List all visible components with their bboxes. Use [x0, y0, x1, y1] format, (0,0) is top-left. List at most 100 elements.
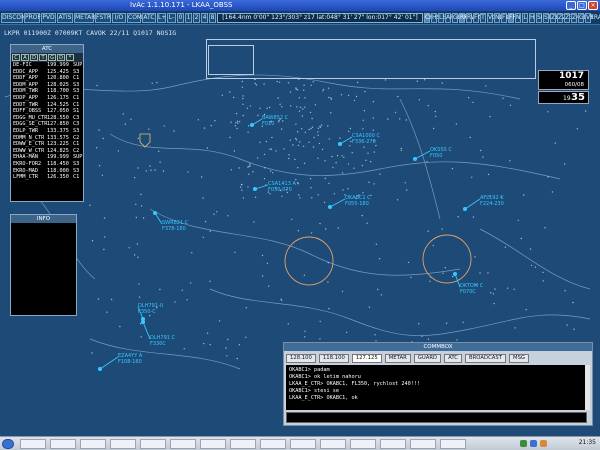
maximize-icon[interactable]: □: [577, 1, 587, 10]
toolbar-button-sid[interactable]: SID: [536, 13, 547, 23]
atc-filter-tab[interactable]: G: [48, 54, 56, 61]
aircraft-symbol[interactable]: [140, 316, 146, 322]
toolbar-button-l-[interactable]: L+: [157, 13, 166, 23]
atc-filter-tab[interactable]: C: [12, 54, 20, 61]
tray-icon[interactable]: [540, 440, 547, 447]
toolbar-button-z4[interactable]: Z4: [571, 13, 580, 23]
atc-row[interactable]: EDDM_TWR 118.700 S3: [11, 88, 83, 95]
atc-row[interactable]: EHAA-MAN 199.999 SUP: [11, 154, 83, 161]
toolbar-button-vor[interactable]: VOR: [487, 13, 501, 23]
taskbar-task[interactable]: [440, 439, 466, 449]
taskbar-task[interactable]: [260, 439, 286, 449]
atc-filter-tab[interactable]: T: [39, 54, 47, 61]
taskbar-task[interactable]: [230, 439, 256, 449]
taskbar-task[interactable]: [290, 439, 316, 449]
toolbar-button-fix[interactable]: FIX: [501, 13, 511, 23]
taskbar-task[interactable]: [320, 439, 346, 449]
comm-tab-118-100[interactable]: 118.100: [318, 354, 349, 363]
toolbar-button-4[interactable]: 4: [201, 13, 208, 23]
toolbar-button-z3[interactable]: Z3: [564, 13, 573, 23]
atc-row[interactable]: DE-FIC 199.999 SUP: [11, 62, 83, 69]
tray-icon[interactable]: [530, 440, 537, 447]
toolbar-button-discon[interactable]: DISCON: [1, 13, 26, 23]
toolbar-button-pvd[interactable]: PVD: [41, 13, 56, 23]
atc-row[interactable]: EDLP_TWR 133.375 S3: [11, 128, 83, 135]
atc-row[interactable]: EDDC_APP 125.425 S3: [11, 69, 83, 76]
taskbar-task[interactable]: [350, 439, 376, 449]
atc-row[interactable]: EKRO-FOR2 118.450 S3: [11, 161, 83, 168]
toolbar-button-0[interactable]: 0: [177, 13, 184, 23]
taskbar-task[interactable]: [80, 439, 106, 449]
atc-filter-tab[interactable]: D: [57, 54, 65, 61]
atc-row[interactable]: EDGG_MU_CTR 128.550 C3: [11, 115, 83, 122]
tray-icon[interactable]: [520, 440, 527, 447]
aircraft-symbol[interactable]: [252, 186, 258, 192]
atc-row[interactable]: EDWW_E_CTR 123.225 C1: [11, 141, 83, 148]
comm-tab-atc[interactable]: ATC: [444, 354, 462, 363]
toolbar-button-8[interactable]: 8: [209, 13, 216, 23]
aircraft-symbol[interactable]: [412, 156, 418, 162]
toolbar-button-star[interactable]: STAR: [543, 13, 559, 23]
aircraft-symbol[interactable]: [327, 204, 333, 210]
close-icon[interactable]: ×: [588, 1, 598, 10]
toolbar-button-rr[interactable]: RR: [459, 13, 468, 23]
toolbar-button-i-o[interactable]: I/O: [112, 13, 126, 23]
comm-tab-128-100[interactable]: 128.100: [286, 354, 316, 363]
toolbar-button-vera[interactable]: VERA: [585, 13, 600, 23]
toolbar-button-atc[interactable]: ATC: [142, 13, 156, 23]
atc-row[interactable]: EDWW_W_CTR 124.825 C2: [11, 148, 83, 155]
taskbar-task[interactable]: [20, 439, 46, 449]
atc-row[interactable]: EDDP_APP 126.175 C1: [11, 95, 83, 102]
toolbar-button-hs[interactable]: HS: [431, 13, 440, 23]
toolbar-button-com[interactable]: COM: [127, 13, 142, 23]
toolbar-button-z2[interactable]: Z2: [557, 13, 566, 23]
toolbar-button-z1[interactable]: Z1: [550, 13, 559, 23]
taskbar-task[interactable]: [110, 439, 136, 449]
toolbar-button-l[interactable]: L: [522, 13, 528, 23]
comm-tab-broadcast[interactable]: BROADCAST: [464, 354, 506, 363]
toolbar-button-ap[interactable]: AP: [445, 13, 454, 23]
comm-tab-msg[interactable]: MSG: [509, 354, 530, 363]
taskbar-task[interactable]: [140, 439, 166, 449]
atc-row[interactable]: EDMM_N_CTR 133.575 C2: [11, 135, 83, 142]
comm-tab-guard[interactable]: GUARD: [413, 354, 442, 363]
start-button[interactable]: [2, 439, 14, 449]
toolbar-button-fcl[interactable]: FCL: [473, 13, 485, 23]
toolbar-button-geo[interactable]: GEO: [452, 13, 466, 23]
aircraft-symbol[interactable]: [452, 271, 458, 277]
atc-row[interactable]: LFMM_CTR 126.350 C1: [11, 174, 83, 181]
aircraft-symbol[interactable]: [462, 206, 468, 212]
toolbar-button-h[interactable]: H: [529, 13, 535, 23]
toolbar-button-rwy[interactable]: RWY: [466, 13, 481, 23]
toolbar-button-ndb[interactable]: NDB: [494, 13, 508, 23]
atc-row[interactable]: EDDF_APP 120.800 C1: [11, 75, 83, 82]
taskbar-task[interactable]: [170, 439, 196, 449]
comm-scrollbar[interactable]: [585, 365, 590, 410]
taskbar-task[interactable]: [200, 439, 226, 449]
toolbar-button-frq[interactable]: FRQ: [508, 13, 521, 23]
toolbar-button-1[interactable]: 1: [185, 13, 192, 23]
aircraft-symbol[interactable]: [152, 210, 158, 216]
comm-tab-127-125[interactable]: 127.125: [351, 354, 382, 363]
toolbar-button-t[interactable]: T: [480, 13, 486, 23]
atc-row[interactable]: EDFF_OBSS 127.050 S1: [11, 108, 83, 115]
comm-tab-metar[interactable]: METAR: [384, 354, 411, 363]
toolbar-button-ch[interactable]: CH: [424, 13, 434, 23]
toolbar-button-atis[interactable]: ATIS: [57, 13, 73, 23]
atc-row[interactable]: EDGG_SE_CTR 127.850 C3: [11, 121, 83, 128]
aircraft-symbol[interactable]: [337, 141, 343, 147]
atc-filter-tab[interactable]: *: [66, 54, 74, 61]
atc-row[interactable]: EDDM_APP 128.025 S3: [11, 82, 83, 89]
taskbar-task[interactable]: [410, 439, 436, 449]
toolbar-button-fstr[interactable]: FSTR: [95, 13, 111, 23]
toolbar-button-gdm[interactable]: GDM: [578, 13, 593, 23]
comm-input[interactable]: [286, 412, 587, 423]
toolbar-button-2[interactable]: 2: [193, 13, 200, 23]
toolbar-button-metar[interactable]: METAR: [74, 13, 95, 23]
toolbar-button-n[interactable]: N: [515, 13, 521, 23]
atc-row[interactable]: EDDT_TWR 124.525 C1: [11, 102, 83, 109]
aircraft-symbol[interactable]: [249, 122, 255, 128]
toolbar-button-l-[interactable]: L-: [167, 13, 176, 23]
aircraft-symbol[interactable]: [97, 366, 103, 372]
atc-filter-tab[interactable]: D: [30, 54, 38, 61]
